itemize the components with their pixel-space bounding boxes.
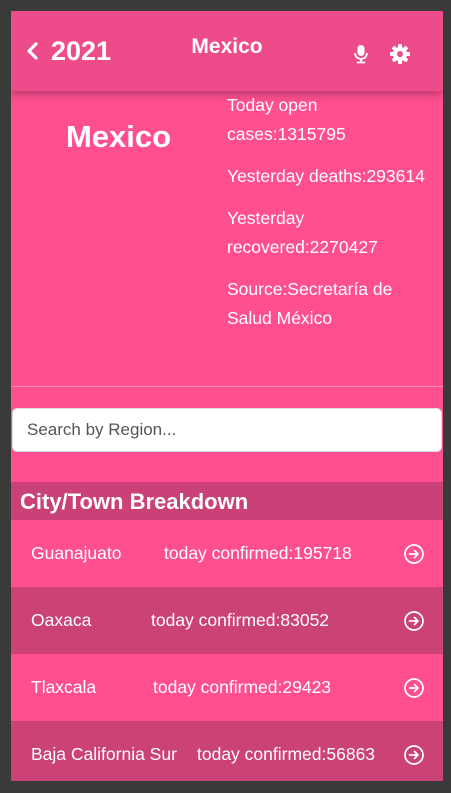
back-label: 2021 [51,35,112,66]
region-list: Guanajuato today confirmed:195718 Oaxaca… [11,520,443,781]
today-open-cases: Today open cases:1315795 [227,95,346,144]
region-name: Guanajuato [31,543,122,563]
search-input[interactable] [12,408,442,452]
region-confirmed: today confirmed:83052 [151,610,330,630]
arrow-right-circle-icon[interactable] [403,543,425,565]
arrow-right-circle-icon[interactable] [403,677,425,699]
chevron-left-icon [27,42,38,60]
data-source: Source:Secretaría de Salud México [227,279,393,328]
region-name: Baja California Sur [31,744,177,764]
country-stats: Today open cases:1315795 Yesterday death… [227,91,439,346]
country-name: Mexico [65,119,172,154]
region-row-baja-california-sur[interactable]: Baja California Sur today confirmed:5686… [11,721,443,781]
region-row-tlaxcala[interactable]: Tlaxcala today confirmed:29423 [11,654,443,721]
region-confirmed: today confirmed:56863 [197,744,376,764]
yesterday-recovered: Yesterday recovered:2270427 [227,208,378,257]
app-frame: 2021 Mexico Mexico Today open cases:1315… [11,11,443,781]
app-header: 2021 Mexico [11,11,443,91]
region-name: Oaxaca [31,610,92,630]
microphone-icon[interactable] [350,43,372,65]
gear-icon[interactable] [389,43,411,65]
divider [11,386,443,387]
region-confirmed: today confirmed:195718 [164,543,352,563]
region-name: Tlaxcala [31,677,97,697]
region-row-guanajuato[interactable]: Guanajuato today confirmed:195718 [11,520,443,587]
region-row-oaxaca[interactable]: Oaxaca today confirmed:83052 [11,587,443,654]
arrow-right-circle-icon[interactable] [403,744,425,766]
yesterday-deaths: Yesterday deaths:293614 [227,166,425,186]
breakdown-title: City/Town Breakdown [11,482,443,520]
back-button[interactable]: 2021 [23,35,111,67]
region-confirmed: today confirmed:29423 [153,677,332,697]
arrow-right-circle-icon[interactable] [403,610,425,632]
